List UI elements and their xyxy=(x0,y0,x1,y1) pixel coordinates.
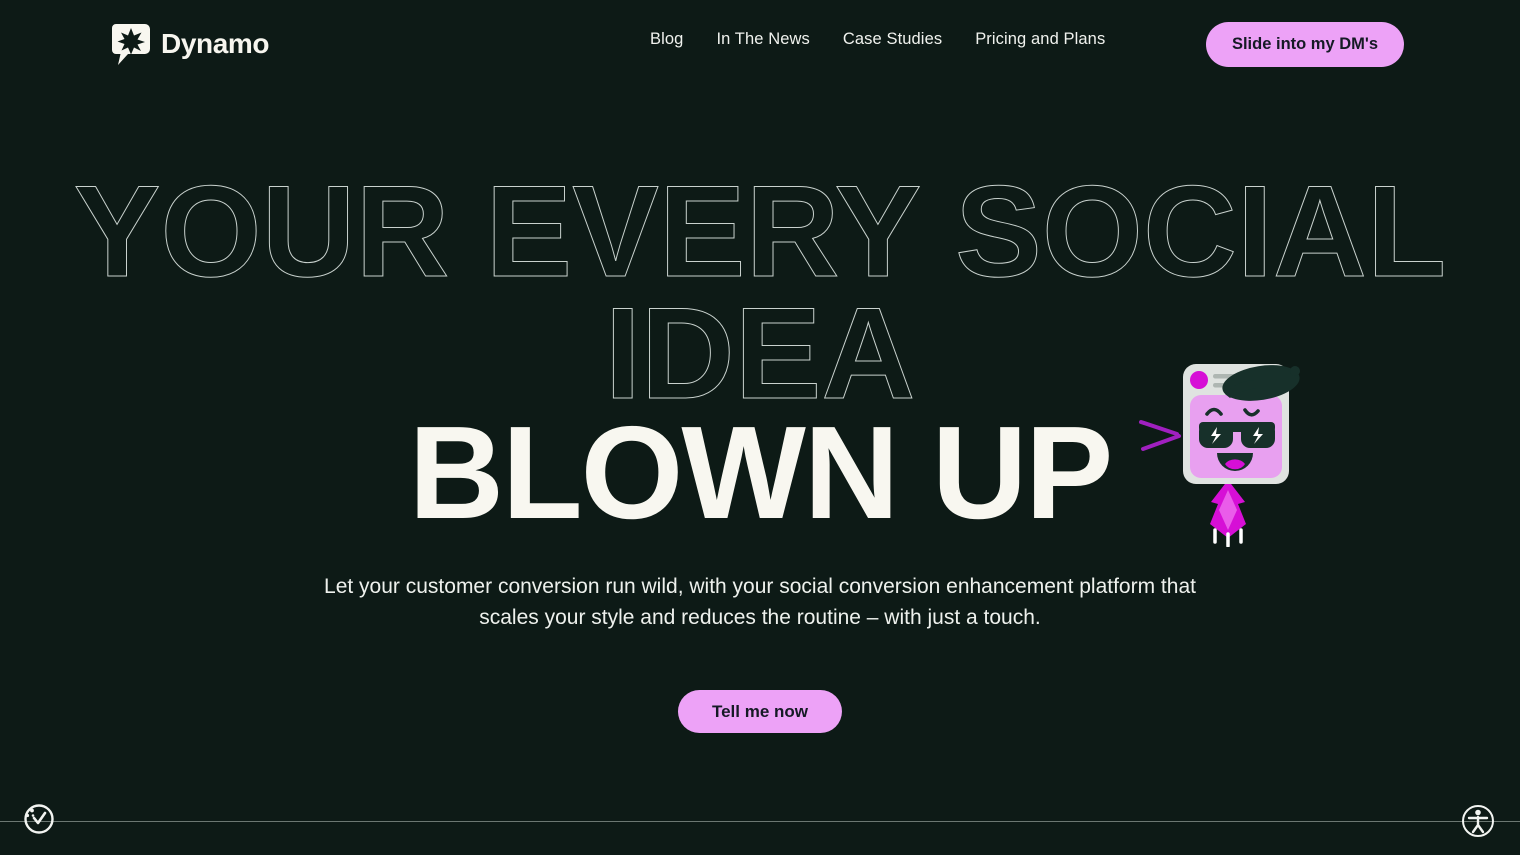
accessibility-person-icon[interactable] xyxy=(1458,801,1498,841)
cookie-consent-icon[interactable] xyxy=(18,798,60,840)
footer-divider xyxy=(0,821,1520,822)
hero-subtitle: Let your customer conversion run wild, w… xyxy=(324,575,1196,630)
hero-section: YOUR EVERY SOCIAL IDEA BLOWN UP Let your… xyxy=(0,0,1520,855)
tell-me-now-button[interactable]: Tell me now xyxy=(677,690,843,733)
post-avatar-icon xyxy=(1190,371,1208,389)
hero-filled-headline: BLOWN UP xyxy=(408,399,1114,546)
hero-outline-headline-line-1: YOUR EVERY SOCIAL xyxy=(73,158,1447,304)
page-root: Dynamo Blog In The News Case Studies Pri… xyxy=(0,0,1520,855)
